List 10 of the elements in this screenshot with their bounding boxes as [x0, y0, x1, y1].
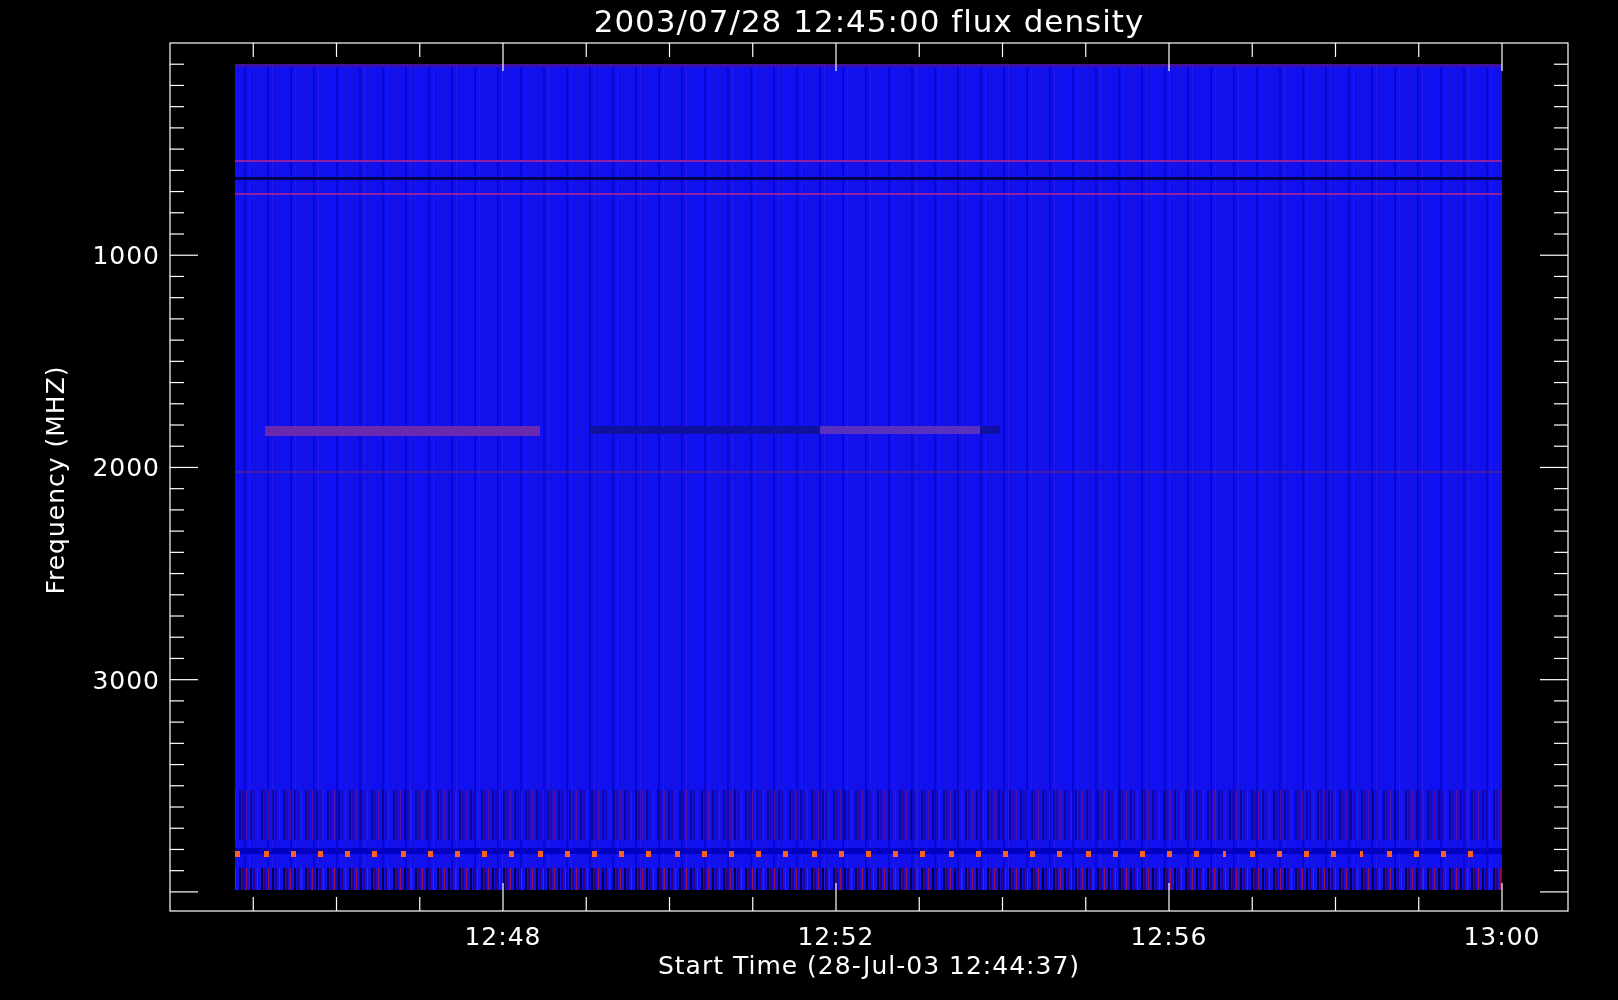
y-tick-label: 3000	[92, 665, 160, 695]
y-tick-label: 2000	[92, 453, 160, 483]
x-tick-label: 13:00	[1463, 922, 1541, 951]
chart-title: 2003/07/28 12:45:00 flux density	[593, 3, 1145, 39]
y-axis-label: Frequency (MHZ)	[41, 365, 70, 595]
x-tick-label: 12:56	[1130, 922, 1208, 951]
x-tick-label: 12:48	[464, 922, 542, 951]
y-tick-label: 1000	[92, 241, 160, 271]
x-tick-label: 12:52	[797, 922, 875, 951]
x-axis-label: Start Time (28-Jul-03 12:44:37)	[657, 951, 1081, 980]
